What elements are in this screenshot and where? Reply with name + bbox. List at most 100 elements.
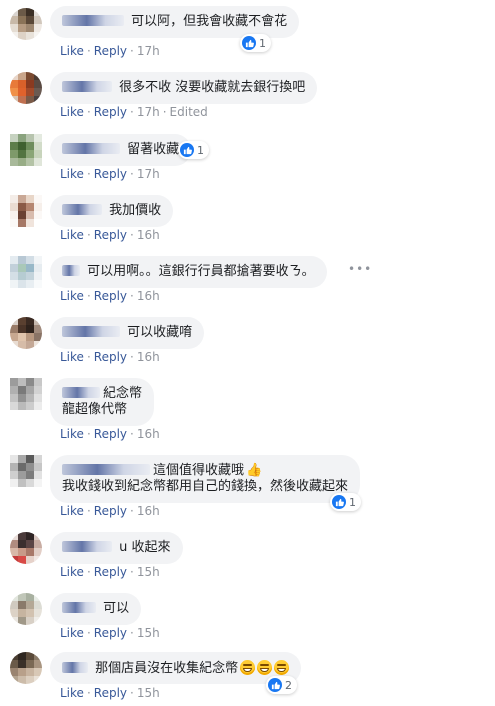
comment: 很多不收 沒要收藏就去銀行換吧 Like · Reply · 17h · Edited [0,66,495,126]
timestamp[interactable]: 15h [137,686,160,700]
avatar[interactable] [10,8,42,40]
avatar[interactable] [10,317,42,349]
avatar[interactable] [10,134,42,166]
avatar[interactable] [10,532,42,564]
like-link[interactable]: Like [60,105,84,119]
like-link[interactable]: Like [60,686,84,700]
like-link[interactable]: Like [60,167,84,181]
timestamp[interactable]: 16h [137,289,160,303]
comment-text: 紀念幣 [103,386,143,401]
comment-text: 留著收藏 [127,142,180,157]
reply-link[interactable]: Reply [94,44,127,58]
comment: 可以收藏唷 Like · Reply · 16h [0,311,495,371]
comment-bubble: 這個值得收藏哦 👍 我收錢收到紀念幣都用自己的錢換，然後收藏起來 [50,455,361,503]
comment-text: 可以阿，但我會收藏不會花 [131,14,288,29]
comment: 這個值得收藏哦 👍 我收錢收到紀念幣都用自己的錢換，然後收藏起來 1 Like · R… [0,449,495,524]
author-name[interactable] [62,326,120,337]
reply-link[interactable]: Reply [94,626,127,640]
author-name[interactable] [62,143,120,154]
author-name[interactable] [62,81,112,92]
comment-text: 可以收藏唷 [127,325,193,340]
avatar[interactable] [10,72,42,104]
author-name[interactable] [62,265,80,276]
reaction-badge[interactable]: 1 [240,34,271,52]
thumbs-up-emoji: 👍 [246,463,263,478]
comment-actions: Like · Reply · 16h [60,427,160,441]
comment-actions: Like · Reply · 16h [60,350,160,364]
comment: 紀念幣 龍超像代幣 Like · Reply · 16h [0,372,495,447]
like-reaction-icon [332,495,346,509]
comment-text: 可以 [103,601,130,616]
reaction-badge[interactable]: 1 [330,493,361,511]
comment: 可以阿，但我會收藏不會花 1 Like · Reply · 17h [0,0,495,60]
reply-link[interactable]: Reply [94,350,127,364]
reaction-badge[interactable]: 1 [178,141,209,159]
comment-actions: Like · Reply · 16h [60,289,160,303]
author-name[interactable] [62,541,112,552]
timestamp[interactable]: 17h [137,167,160,181]
avatar[interactable] [10,378,42,410]
comment-actions: Like · Reply · 16h [60,504,160,518]
like-link[interactable]: Like [60,427,84,441]
avatar[interactable] [10,455,42,487]
timestamp[interactable]: 17h [137,105,160,119]
comment-bubble: 很多不收 沒要收藏就去銀行換吧 [50,72,318,104]
like-link[interactable]: Like [60,44,84,58]
more-options-icon[interactable]: ••• [348,262,372,276]
timestamp[interactable]: 16h [137,228,160,242]
reply-link[interactable]: Reply [94,105,127,119]
reply-link[interactable]: Reply [94,228,127,242]
comment-actions: Like · Reply · 15h [60,565,160,579]
author-name[interactable] [62,387,100,398]
grinning-face-emoji [257,660,273,675]
reaction-count: 1 [349,495,356,509]
comment-text: 龍超像代幣 [62,402,128,417]
reaction-badge[interactable]: 2 [266,676,297,694]
grinning-face-emoji [240,660,256,675]
timestamp[interactable]: 16h [137,350,160,364]
comment: 可以 Like · Reply · 15h [0,587,495,647]
like-reaction-icon [242,36,256,50]
like-link[interactable]: Like [60,565,84,579]
author-name[interactable] [62,662,88,673]
comment-bubble: 留著收藏 [50,134,192,166]
author-name[interactable] [62,15,124,26]
timestamp[interactable]: 16h [137,504,160,518]
comment-bubble: u 收起來 [50,532,183,564]
timestamp[interactable]: 16h [137,427,160,441]
like-link[interactable]: Like [60,504,84,518]
reply-link[interactable]: Reply [94,504,127,518]
comment: 留著收藏 1 Like · Reply · 17h [0,128,495,188]
timestamp[interactable]: 17h [137,44,160,58]
avatar[interactable] [10,593,42,625]
like-link[interactable]: Like [60,626,84,640]
reply-link[interactable]: Reply [94,167,127,181]
timestamp[interactable]: 15h [137,565,160,579]
author-name[interactable] [62,204,102,215]
comment-thread: 可以阿，但我會收藏不會花 1 Like · Reply · 17h 很多不收 沒要收藏就… [0,0,495,706]
author-name[interactable] [62,464,150,475]
like-link[interactable]: Like [60,228,84,242]
timestamp[interactable]: 15h [137,626,160,640]
reply-link[interactable]: Reply [94,565,127,579]
comment-text: 那個店員沒在收集紀念幣 [95,661,239,676]
comment: 那個店員沒在收集紀念幣 2 Like · Reply · 15h [0,648,495,706]
reply-link[interactable]: Reply [94,427,127,441]
comment-text: u 收起來 [119,540,171,555]
avatar[interactable] [10,256,42,288]
like-link[interactable]: Like [60,289,84,303]
comment: u 收起來 Like · Reply · 15h [0,526,495,586]
like-link[interactable]: Like [60,350,84,364]
comment: 可以用啊。。這銀行行員都搶著要收ㄋ。 ••• Like · Reply · 16h [0,250,495,310]
comment-actions: Like · Reply · 17h · Edited [60,105,208,119]
comment-bubble: 我加價收 [50,195,174,227]
comment-actions: Like · Reply · 16h [60,228,160,242]
author-name[interactable] [62,602,96,613]
comment-actions: Like · Reply · 17h [60,44,160,58]
avatar[interactable] [10,195,42,227]
edited-label[interactable]: Edited [170,105,208,119]
reply-link[interactable]: Reply [94,686,127,700]
comment-text: 可以用啊。。這銀行行員都搶著要收ㄋ。 [87,264,315,279]
avatar[interactable] [10,652,42,684]
reply-link[interactable]: Reply [94,289,127,303]
